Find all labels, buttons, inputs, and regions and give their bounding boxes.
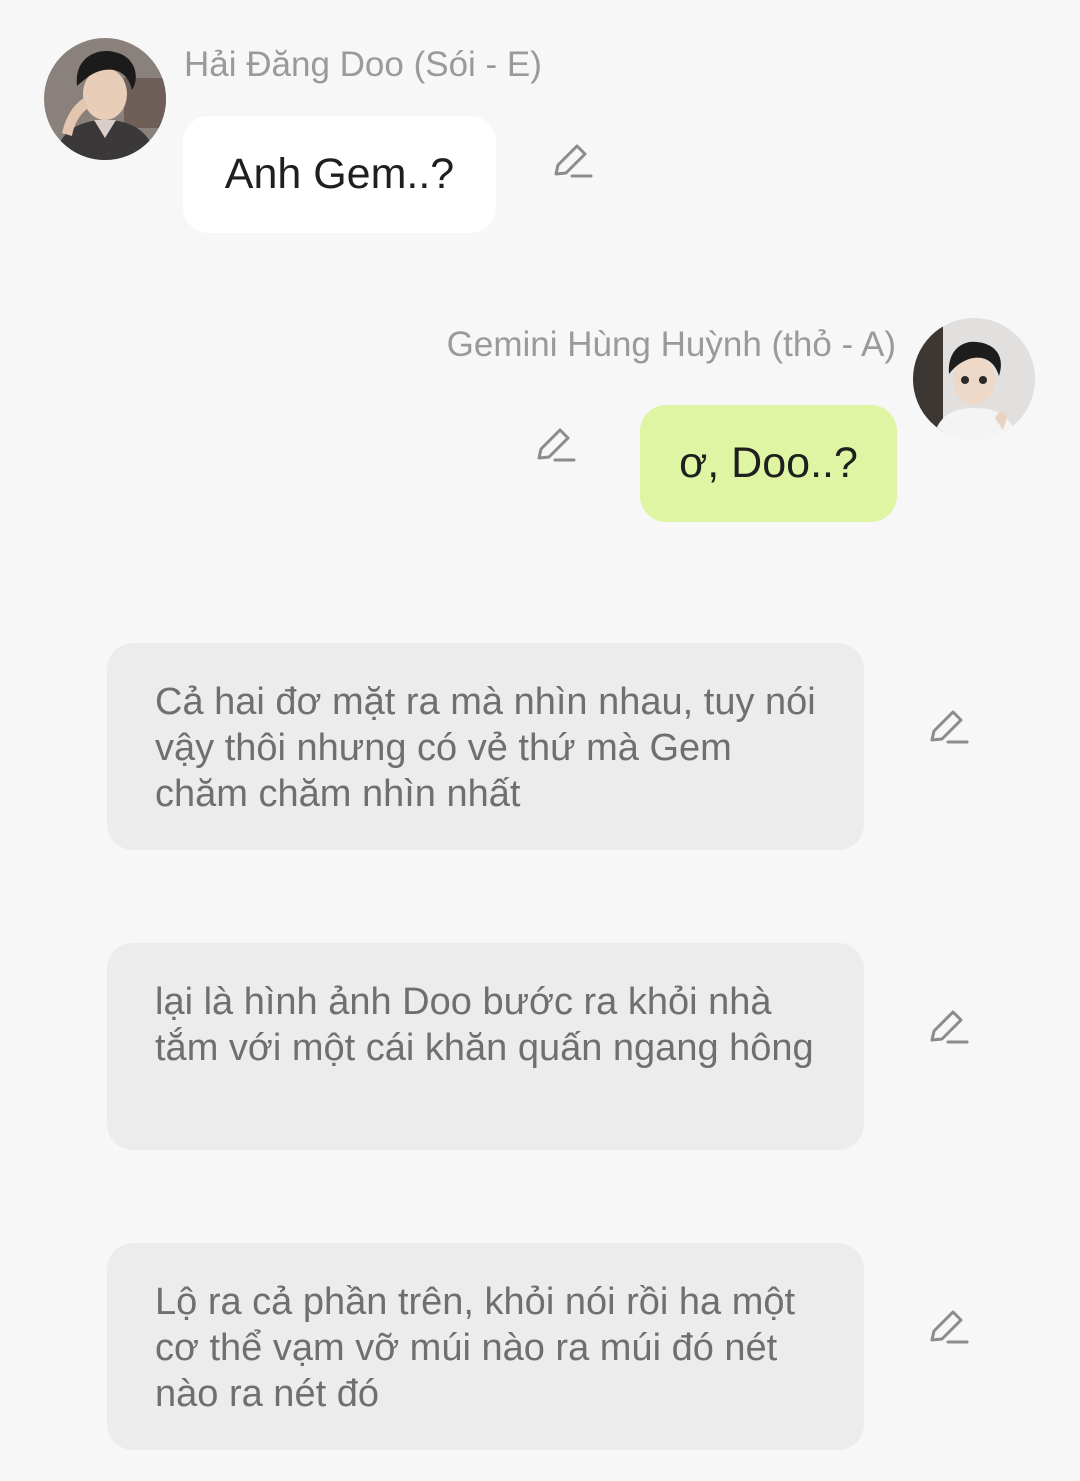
narration-block[interactable]: Lộ ra cả phần trên, khỏi nói rồi ha một …: [107, 1243, 864, 1450]
sender-name: Hải Đăng Doo (Sói - E): [184, 45, 542, 84]
narration-block[interactable]: Cả hai đơ mặt ra mà nhìn nhau, tuy nói v…: [107, 643, 864, 850]
pencil-edit-icon[interactable]: [550, 140, 594, 184]
avatar-gemini-hung-huynh[interactable]: [913, 318, 1035, 440]
pencil-edit-icon[interactable]: [533, 424, 577, 468]
avatar-hai-dang-doo[interactable]: [44, 38, 166, 160]
narration-block[interactable]: lại là hình ảnh Doo bước ra khỏi nhà tắm…: [107, 943, 864, 1150]
pencil-edit-icon[interactable]: [926, 706, 970, 750]
message-bubble[interactable]: Anh Gem..?: [183, 116, 496, 233]
message-bubble[interactable]: ơ, Doo..?: [640, 405, 897, 522]
sender-name: Gemini Hùng Huỳnh (thỏ - A): [446, 325, 896, 364]
pencil-edit-icon[interactable]: [926, 1306, 970, 1350]
pencil-edit-icon[interactable]: [926, 1006, 970, 1050]
